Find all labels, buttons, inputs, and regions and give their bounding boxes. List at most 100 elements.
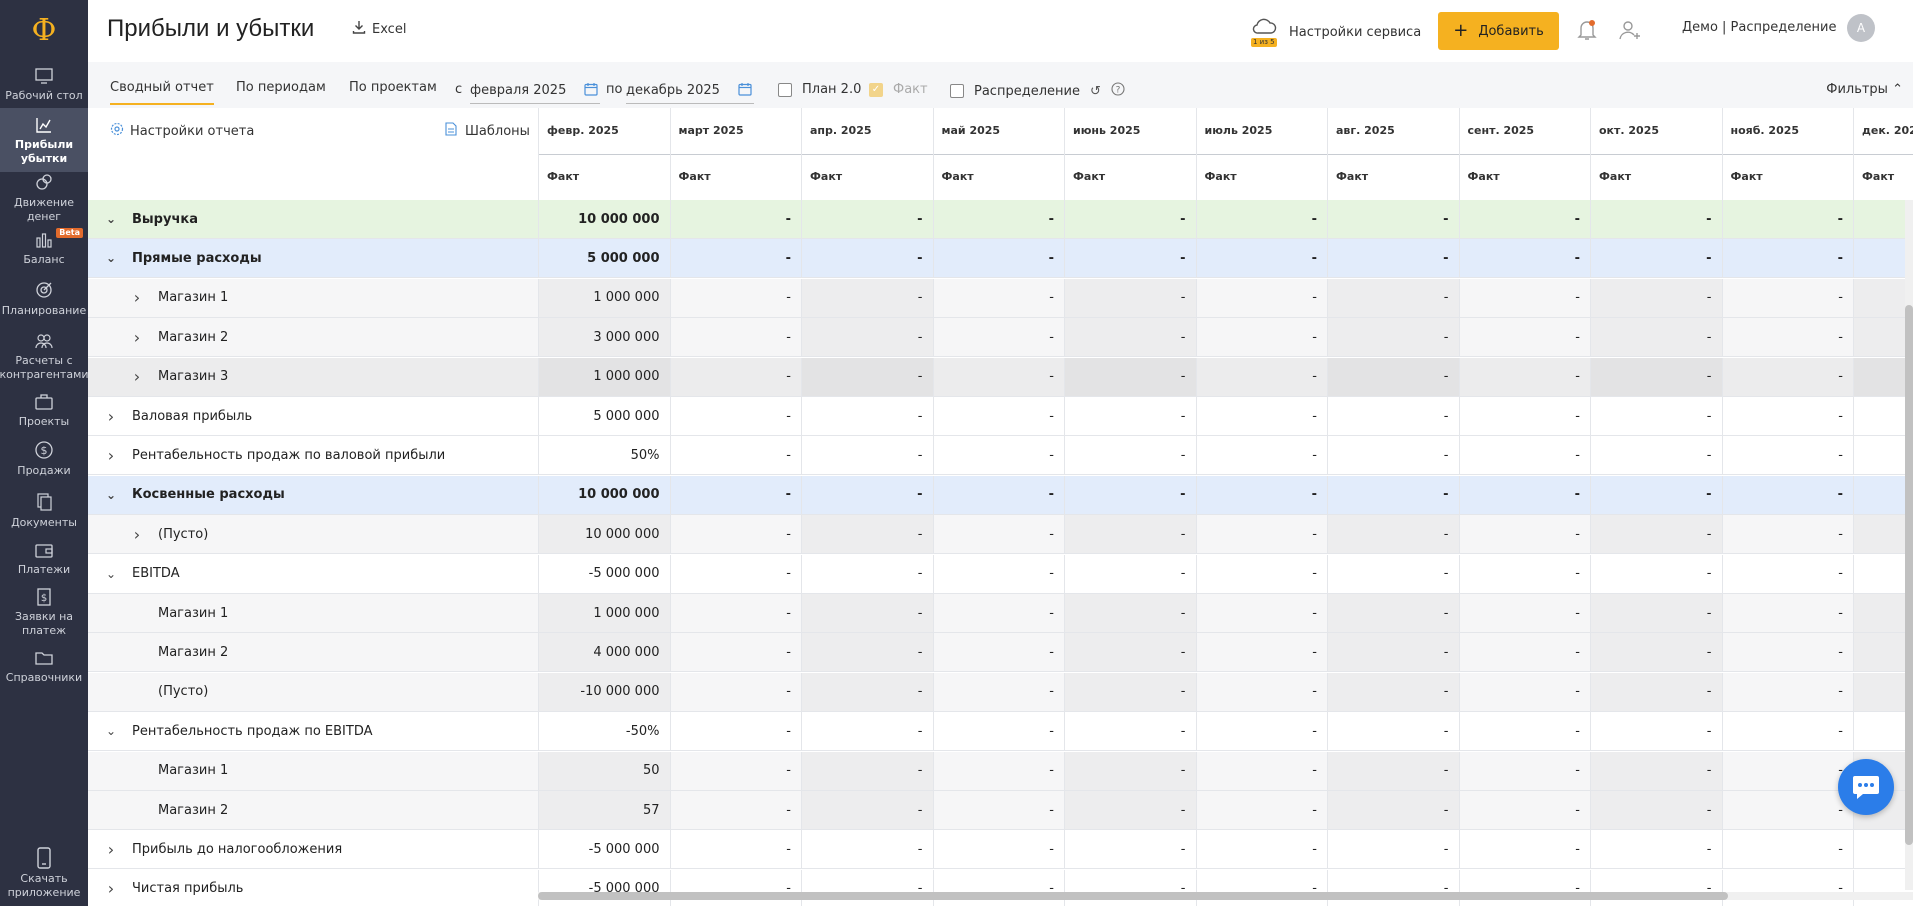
value-cell: -	[1195, 712, 1328, 751]
notifications-bell-icon[interactable]	[1576, 18, 1598, 46]
service-settings-button[interactable]: 1 из 5 Настройки сервиса	[1251, 17, 1421, 47]
vertical-scrollbar[interactable]	[1905, 200, 1913, 890]
row-label-cell[interactable]: ⌄ EBITDA	[88, 555, 538, 593]
chevron-down-icon[interactable]: ⌄	[104, 212, 118, 226]
chevron-down-icon[interactable]: ⌄	[104, 724, 118, 738]
value-cell: -5 000 000	[538, 869, 670, 906]
value-cell: -	[932, 475, 1065, 514]
sidebar-item-label: Рабочий стол	[5, 88, 83, 102]
report-settings-button[interactable]: Настройки отчета	[110, 122, 254, 140]
sidebar-item-request[interactable]: $ Заявки на платеж	[0, 580, 88, 644]
excel-export-button[interactable]: Excel	[352, 20, 406, 38]
table-row: › Магазин 23 000 000- - - - - - - - -	[88, 318, 1913, 358]
row-label-cell[interactable]: › (Пусто)	[88, 515, 538, 553]
value-cell	[1853, 712, 1913, 751]
chevron-down-icon[interactable]: ⌄	[104, 567, 118, 581]
chevron-right-icon[interactable]: ›	[130, 525, 144, 544]
chat-button[interactable]	[1838, 759, 1894, 815]
value-cell: -	[1195, 239, 1328, 278]
table-left-header: Настройки отчета Шаблоны	[88, 108, 538, 200]
add-user-icon[interactable]	[1618, 18, 1642, 46]
tab-periods[interactable]: По периодам	[236, 80, 326, 95]
value-cell: -	[932, 200, 1065, 238]
row-label: Рентабельность продаж по валовой прибыли	[132, 447, 446, 463]
help-icon[interactable]: ?	[1111, 82, 1125, 100]
chevron-right-icon[interactable]: ›	[104, 446, 118, 465]
sidebar-item-partners[interactable]: Расчеты с контрагентами	[0, 324, 89, 388]
row-label-cell[interactable]: ⌄ Рентабельность продаж по EBITDA	[88, 712, 538, 750]
tab-projects[interactable]: По проектам	[349, 80, 437, 95]
filters-toggle[interactable]: Фильтры ⌃	[1826, 82, 1903, 97]
row-label-cell[interactable]: ⌄ Прямые расходы	[88, 239, 538, 277]
date-to-input[interactable]: декабрь 2025	[626, 78, 754, 104]
value-cell: -	[801, 397, 933, 435]
plan-label: План 2.0	[802, 82, 862, 97]
sidebar-item-dollar[interactable]: $ Продажи	[0, 432, 88, 484]
value-cell: -	[1327, 436, 1459, 475]
horizontal-scrollbar[interactable]	[538, 892, 1913, 900]
calendar-icon	[738, 82, 752, 100]
chevron-right-icon[interactable]: ›	[130, 328, 144, 347]
sidebar-item-chart[interactable]: Прибыли убытки	[0, 108, 88, 172]
app-logo[interactable]: Ф	[0, 0, 88, 60]
sidebar-item-label: Справочники	[5, 670, 83, 684]
row-label-cell[interactable]: › Рентабельность продаж по валовой прибыл…	[88, 436, 538, 474]
row-label-cell[interactable]: › Чистая прибыль	[88, 870, 538, 906]
sidebar-item-briefcase[interactable]: Проекты	[0, 388, 88, 432]
sidebar-item-money-flow[interactable]: Движение денег	[0, 172, 88, 224]
service-count-badge: 1 из 5	[1251, 38, 1277, 47]
value-cell: -	[669, 397, 802, 435]
chevron-right-icon[interactable]: ›	[130, 288, 144, 307]
value-cell	[1853, 672, 1913, 711]
row-label-cell[interactable]: ⌄ Косвенные расходы	[88, 476, 538, 514]
value-cell: -	[932, 594, 1065, 632]
sidebar-item-target[interactable]: Планирование	[0, 272, 88, 324]
distribution-checkbox[interactable]: Распределение ↺ ?	[950, 82, 1125, 100]
value-cell: -	[932, 397, 1065, 435]
templates-button[interactable]: Шаблоны	[445, 122, 530, 140]
reset-icon[interactable]: ↺	[1090, 84, 1101, 99]
distribution-checkbox-box[interactable]	[950, 84, 964, 98]
value-cell: -	[1327, 791, 1459, 829]
add-button[interactable]: + Добавить	[1438, 12, 1559, 50]
sidebar-item-documents[interactable]: Документы	[0, 484, 88, 536]
row-label-cell[interactable]: › Магазин 1	[88, 279, 538, 317]
sidebar-item-label: Продажи	[17, 463, 71, 477]
sidebar-item-desktop[interactable]: Рабочий стол	[0, 60, 88, 108]
chevron-down-icon[interactable]: ⌄	[104, 251, 118, 265]
horizontal-scroll-thumb[interactable]	[538, 892, 1728, 900]
value-cell: -	[1195, 475, 1328, 514]
chevron-right-icon[interactable]: ›	[104, 407, 118, 426]
plan-checkbox[interactable]: План 2.0	[778, 82, 861, 97]
date-from-input[interactable]: февраля 2025	[470, 78, 600, 104]
sidebar-item-wallet[interactable]: Платежи	[0, 536, 88, 580]
chevron-right-icon[interactable]: ›	[130, 367, 144, 386]
row-label-cell: Магазин 2	[88, 633, 538, 671]
row-label-cell[interactable]: ⌄ Выручка	[88, 200, 538, 238]
value-cell: -	[669, 515, 802, 554]
value-cell: -	[1064, 791, 1196, 829]
row-label-cell[interactable]: › Прибыль до налогообложения	[88, 830, 538, 868]
value-cell	[1853, 239, 1913, 278]
tab-summary[interactable]: Сводный отчет	[110, 80, 214, 105]
value-cell: -	[1458, 200, 1591, 238]
fact-sub-label: Факт	[678, 170, 711, 183]
sidebar-item-balance[interactable]: Баланс Beta	[0, 224, 88, 272]
sidebar-item-label: Заявки на платеж	[14, 610, 74, 637]
value-cell: -	[1590, 475, 1722, 514]
chevron-right-icon[interactable]: ›	[104, 840, 118, 859]
vertical-scroll-thumb[interactable]	[1905, 305, 1913, 845]
month-column-header: авг. 2025 Факт	[1327, 108, 1459, 200]
user-name[interactable]: Демо | Распределение	[1682, 20, 1837, 35]
row-label-cell[interactable]: › Валовая прибыль	[88, 397, 538, 435]
plan-checkbox-box[interactable]	[778, 82, 792, 97]
sidebar-item-folder[interactable]: Справочники	[0, 644, 88, 688]
chevron-right-icon[interactable]: ›	[104, 879, 118, 898]
row-label-cell[interactable]: › Магазин 2	[88, 318, 538, 356]
avatar[interactable]: А	[1847, 14, 1875, 42]
chevron-down-icon[interactable]: ⌄	[104, 488, 118, 502]
value-cell: 50	[538, 751, 670, 790]
download-app-button[interactable]: Скачать приложение	[0, 841, 88, 906]
row-label-cell[interactable]: › Магазин 3	[88, 358, 538, 396]
month-column-header: нояб. 2025 Факт	[1721, 108, 1853, 200]
